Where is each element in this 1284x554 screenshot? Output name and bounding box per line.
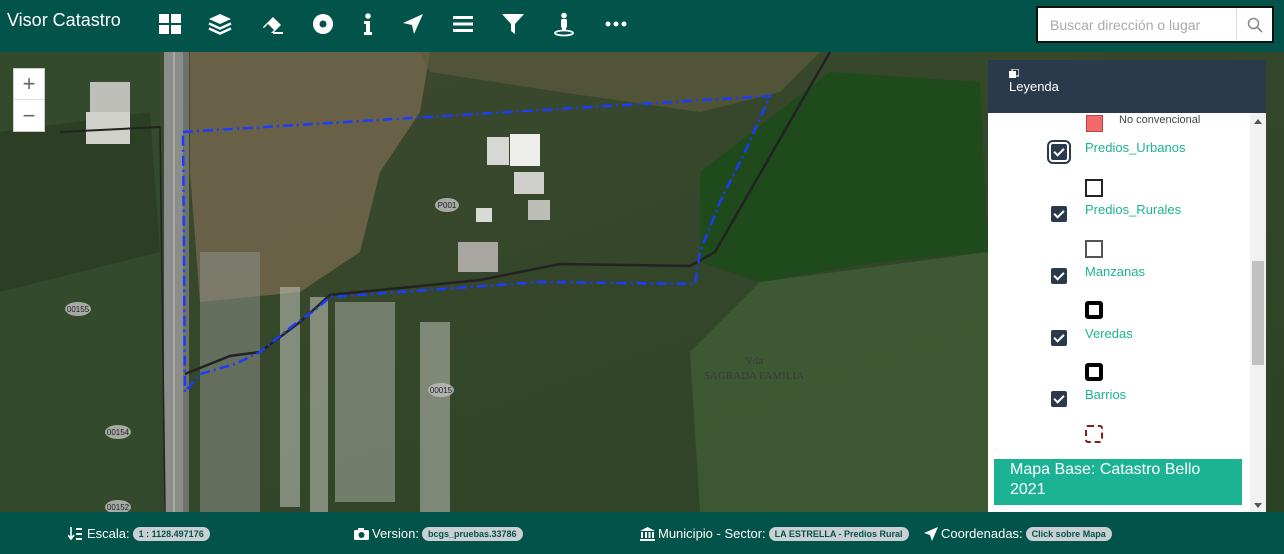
place-label-sagrada-familia: SAGRADA FAMILIA: [704, 370, 804, 382]
svg-text:P001: P001: [438, 201, 457, 210]
top-toolbar: Visor Catastro: [0, 0, 1284, 52]
map-label-00155: 00155: [65, 302, 91, 316]
zoom-control: + −: [13, 68, 45, 132]
street-view-icon[interactable]: [551, 11, 577, 37]
manzanas-swatch: [1085, 240, 1103, 258]
checkbox-veredas[interactable]: [1051, 330, 1067, 346]
map-label-00015: 00015: [428, 383, 454, 397]
municipio-item: Municipio - Sector: LA ESTRELLA - Predio…: [640, 526, 909, 541]
layer-label-veredas[interactable]: Veredas: [1085, 326, 1133, 341]
no-convencional-label: No convencional: [1119, 114, 1201, 126]
zoom-in-button[interactable]: +: [14, 69, 44, 100]
grid-icon[interactable]: [157, 11, 183, 37]
location-arrow-icon-footer: [924, 526, 938, 541]
svg-text:00155: 00155: [67, 305, 90, 314]
checkbox-predios-rurales[interactable]: [1051, 206, 1067, 222]
search-button[interactable]: [1236, 8, 1272, 41]
checkbox-barrios[interactable]: [1051, 391, 1067, 407]
zoom-out-button[interactable]: −: [14, 100, 44, 131]
coordenadas-value[interactable]: Click sobre Mapa: [1025, 526, 1112, 541]
app-title: Visor Catastro: [7, 10, 121, 30]
layer-label-predios-rurales[interactable]: Predios_Rurales: [1085, 202, 1181, 217]
legend-scrollbar[interactable]: [1250, 113, 1266, 512]
basemap-label[interactable]: Mapa Base: Catastro Bello 2021: [994, 459, 1242, 505]
escala-label: Escala:: [87, 526, 130, 541]
map-label-00154: 00154: [105, 425, 131, 439]
more-icon[interactable]: [603, 11, 629, 37]
municipio-label: Municipio - Sector:: [658, 526, 766, 541]
legend-window-icon[interactable]: [1009, 69, 1019, 79]
scroll-down-arrow[interactable]: [1254, 503, 1262, 508]
svg-text:00152: 00152: [107, 503, 130, 512]
svg-text:00154: 00154: [107, 428, 130, 437]
coordenadas-item: Coordenadas: Click sobre Mapa: [924, 526, 1112, 541]
coordenadas-label: Coordenadas:: [941, 526, 1023, 541]
checkbox-manzanas[interactable]: [1051, 268, 1067, 284]
scroll-up-arrow[interactable]: [1254, 119, 1262, 124]
circle-dot-icon[interactable]: [310, 11, 336, 37]
status-bar: Escala: 1 : 1128.497176 Version: bcgs_pr…: [0, 512, 1284, 554]
camera-icon: [354, 528, 369, 540]
search-box: [1036, 6, 1274, 43]
institution-icon: [640, 526, 655, 541]
layers-icon[interactable]: [207, 11, 233, 37]
filter-icon[interactable]: [500, 11, 526, 37]
predios-rurales-swatch: [1085, 179, 1103, 197]
search-icon: [1247, 17, 1263, 33]
municipio-value: LA ESTRELLA - Predios Rural: [768, 526, 909, 541]
search-input[interactable]: [1038, 8, 1236, 41]
escala-item: Escala: 1 : 1128.497176: [68, 526, 210, 541]
layer-label-barrios[interactable]: Barrios: [1085, 387, 1126, 402]
version-label: Version:: [372, 526, 419, 541]
map-label-p001: P001: [435, 198, 459, 212]
legend-body: No convencional Predios_Urbanos Predios_…: [988, 113, 1266, 512]
no-convencional-swatch: [1086, 115, 1103, 132]
checkbox-predios-urbanos[interactable]: [1047, 140, 1071, 164]
svg-text:00015: 00015: [430, 386, 453, 395]
barrios-swatch: [1085, 363, 1103, 381]
veredas-swatch: [1085, 301, 1103, 319]
layer-label-predios-urbanos[interactable]: Predios_Urbanos: [1085, 140, 1185, 155]
dashed-swatch: [1085, 425, 1103, 443]
list-icon[interactable]: [450, 11, 476, 37]
location-arrow-icon[interactable]: [400, 11, 426, 37]
eraser-icon[interactable]: [259, 11, 285, 37]
scroll-thumb[interactable]: [1252, 261, 1264, 365]
version-value: bcgs_pruebas.33786: [421, 526, 523, 541]
legend-title: Leyenda: [1009, 79, 1059, 94]
layer-label-manzanas[interactable]: Manzanas: [1085, 264, 1145, 279]
escala-value: 1 : 1128.497176: [132, 526, 210, 541]
legend-header: Leyenda: [988, 60, 1266, 113]
place-label-vda: Vda: [745, 355, 763, 367]
info-icon[interactable]: [355, 11, 381, 37]
legend-panel: Leyenda No convencional Predios_Urbanos …: [988, 60, 1266, 512]
version-item: Version: bcgs_pruebas.33786: [354, 526, 523, 541]
sort-numeric-icon: [68, 526, 82, 540]
